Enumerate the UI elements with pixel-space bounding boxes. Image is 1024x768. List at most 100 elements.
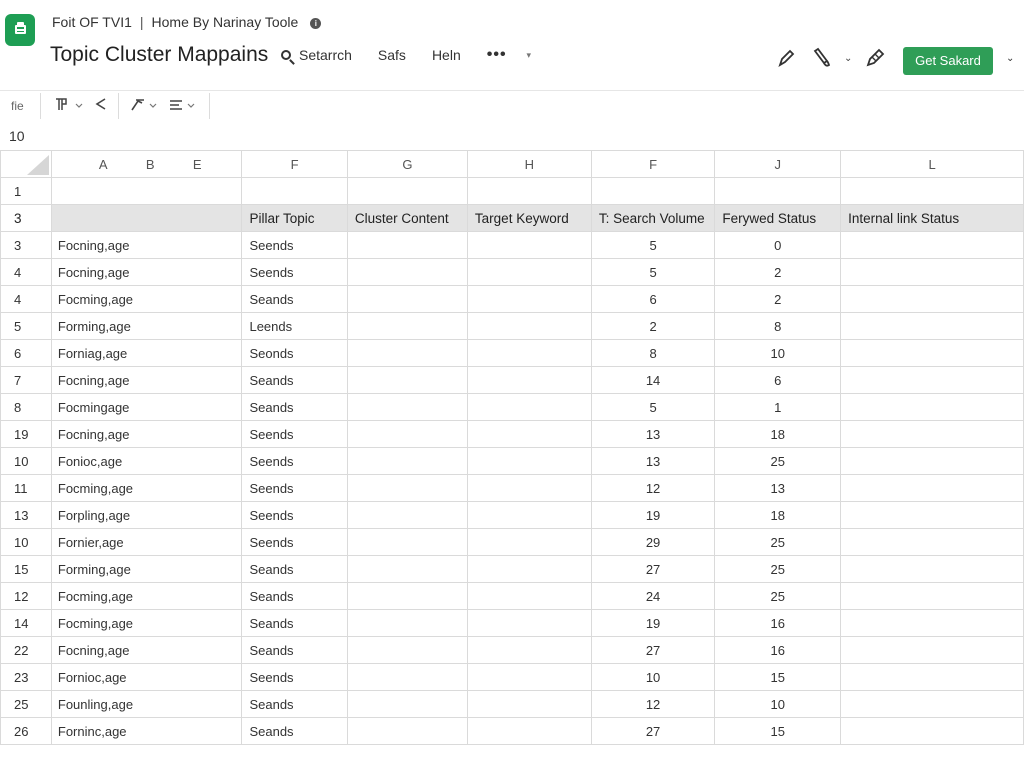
cell-status[interactable]: 1: [714, 393, 842, 421]
menu-item-safs[interactable]: Safs: [378, 47, 406, 63]
row-header[interactable]: 22: [0, 636, 52, 664]
cell-cluster-content[interactable]: [346, 501, 468, 529]
cell-search-volume[interactable]: 5: [590, 393, 716, 421]
column-header-l[interactable]: L: [840, 150, 1024, 178]
cell-pillar-topic[interactable]: Seands: [241, 285, 348, 313]
header-pillar-topic[interactable]: Pillar Topic: [241, 204, 348, 232]
cell-cluster-content[interactable]: [346, 258, 468, 286]
cell-internal-link-status[interactable]: [840, 690, 1024, 718]
row-header[interactable]: 15: [0, 555, 52, 583]
cell-pillar-topic[interactable]: Seends: [241, 420, 348, 448]
cell-search-volume[interactable]: 6: [590, 285, 716, 313]
cell-internal-link-status[interactable]: [840, 555, 1024, 583]
row-header[interactable]: 3: [0, 204, 52, 232]
cell-pillar-topic[interactable]: Seands: [241, 690, 348, 718]
cell-status[interactable]: 8: [714, 312, 842, 340]
cell-search-volume[interactable]: 13: [590, 420, 716, 448]
cell-status[interactable]: 25: [714, 555, 842, 583]
pencil-icon[interactable]: [864, 47, 885, 69]
cell-name[interactable]: Focming,age: [50, 474, 243, 502]
cell-pillar-topic[interactable]: Seends: [241, 447, 348, 475]
cell-cluster-content[interactable]: [346, 312, 468, 340]
cell-search-volume[interactable]: 5: [590, 258, 716, 286]
brush-icon[interactable]: [130, 96, 160, 117]
cell-cluster-content[interactable]: [346, 663, 468, 691]
column-header-f[interactable]: F: [241, 150, 348, 178]
cell-status[interactable]: 2: [714, 285, 842, 313]
cell-target-keyword[interactable]: [466, 636, 592, 664]
cell-cluster-content[interactable]: [346, 285, 468, 313]
cell-internal-link-status[interactable]: [840, 420, 1024, 448]
cell-name[interactable]: Focning,age: [50, 366, 243, 394]
cell-name[interactable]: Focning,age: [50, 231, 243, 259]
cell-name[interactable]: Fornier,age: [50, 528, 243, 556]
cell-pillar-topic[interactable]: Seends: [241, 528, 348, 556]
cell[interactable]: [466, 177, 592, 205]
row-header[interactable]: 14: [0, 609, 52, 637]
row-header[interactable]: 6: [0, 339, 52, 367]
cell-search-volume[interactable]: 19: [590, 501, 716, 529]
get-started-button[interactable]: Get Sakard: [903, 47, 993, 75]
cell-pillar-topic[interactable]: Leends: [241, 312, 348, 340]
row-header[interactable]: 4: [0, 258, 52, 286]
cell-target-keyword[interactable]: [466, 258, 592, 286]
cell-cluster-content[interactable]: [346, 690, 468, 718]
cell-search-volume[interactable]: 19: [590, 609, 716, 637]
cell-internal-link-status[interactable]: [840, 231, 1024, 259]
cell-internal-link-status[interactable]: [840, 339, 1024, 367]
cell-target-keyword[interactable]: [466, 717, 592, 745]
cell-cluster-content[interactable]: [346, 447, 468, 475]
cell-target-keyword[interactable]: [466, 312, 592, 340]
cell-cluster-content[interactable]: [346, 609, 468, 637]
menu-item-help[interactable]: Heln: [432, 47, 461, 63]
cell-name[interactable]: Focning,age: [50, 636, 243, 664]
chevron-down-icon[interactable]: ▾: [527, 50, 532, 61]
cell-target-keyword[interactable]: [466, 420, 592, 448]
cell-target-keyword[interactable]: [466, 690, 592, 718]
cell-status[interactable]: 13: [714, 474, 842, 502]
cell-name[interactable]: Focming,age: [50, 285, 243, 313]
cell-pillar-topic[interactable]: Seends: [241, 501, 348, 529]
cell-internal-link-status[interactable]: [840, 366, 1024, 394]
cell-search-volume[interactable]: 10: [590, 663, 716, 691]
cell-pillar-topic[interactable]: Seands: [241, 366, 348, 394]
cell-cluster-content[interactable]: [346, 366, 468, 394]
select-all-corner[interactable]: [0, 150, 52, 178]
cell-search-volume[interactable]: 24: [590, 582, 716, 610]
row-header[interactable]: 25: [0, 690, 52, 718]
column-header-e[interactable]: E: [193, 157, 202, 172]
cell-pillar-topic[interactable]: Seands: [241, 393, 348, 421]
cell-name[interactable]: Forpling,age: [50, 501, 243, 529]
cell[interactable]: [714, 177, 842, 205]
cell-pillar-topic[interactable]: Seonds: [241, 339, 348, 367]
format-icon[interactable]: [54, 96, 84, 117]
cell-status[interactable]: 16: [714, 609, 842, 637]
cell-target-keyword[interactable]: [466, 366, 592, 394]
row-header[interactable]: 19: [0, 420, 52, 448]
cell-status[interactable]: 10: [714, 690, 842, 718]
chevron-down-icon[interactable]: ⌄: [844, 53, 852, 64]
info-icon[interactable]: i: [310, 18, 322, 29]
cell-search-volume[interactable]: 8: [590, 339, 716, 367]
brush-icon[interactable]: [810, 47, 831, 69]
row-header[interactable]: 5: [0, 312, 52, 340]
column-header-g[interactable]: G: [346, 150, 468, 178]
cell-target-keyword[interactable]: [466, 285, 592, 313]
cell-target-keyword[interactable]: [466, 609, 592, 637]
cell-target-keyword[interactable]: [466, 339, 592, 367]
cell-status[interactable]: 16: [714, 636, 842, 664]
cell-internal-link-status[interactable]: [840, 582, 1024, 610]
cell-search-volume[interactable]: 5: [590, 231, 716, 259]
cell-pillar-topic[interactable]: Seends: [241, 474, 348, 502]
cell-pillar-topic[interactable]: Seands: [241, 555, 348, 583]
align-icon[interactable]: [168, 96, 198, 117]
pen-icon[interactable]: [776, 47, 796, 69]
row-header[interactable]: 8: [0, 393, 52, 421]
breadcrumb-item-workspace[interactable]: Foit OF TVI1: [52, 14, 132, 30]
cell-pillar-topic[interactable]: Seands: [241, 717, 348, 745]
cell-name[interactable]: Forninc,age: [50, 717, 243, 745]
cell-name[interactable]: Focning,age: [50, 258, 243, 286]
cell-pillar-topic[interactable]: Seends: [241, 231, 348, 259]
cell-internal-link-status[interactable]: [840, 501, 1024, 529]
cell-reference[interactable]: 10: [9, 128, 25, 144]
